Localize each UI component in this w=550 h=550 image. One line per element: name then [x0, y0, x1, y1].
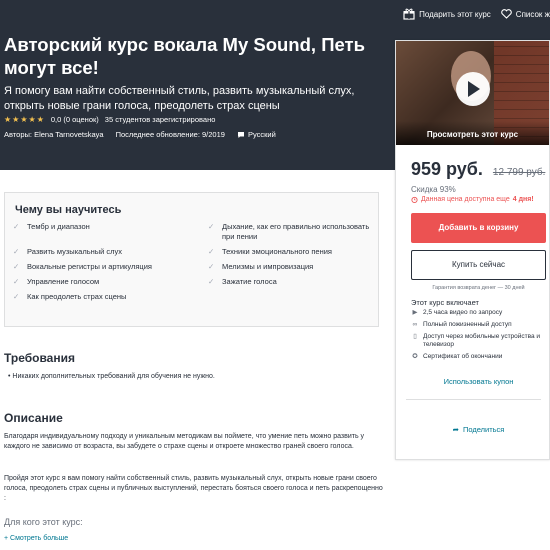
apply-coupon-link[interactable]: Использовать купон [411, 377, 546, 386]
last-updated: Последнее обновление: 9/2019 [115, 130, 225, 139]
gift-course-label: Подарить этот курс [419, 9, 491, 19]
rating-row: ★★★★★ 0,0 (0 оценок) 35 студентов зареги… [4, 115, 215, 124]
certificate-icon: ✪ [412, 353, 418, 360]
list-item: ▯ Доступ через мобильные устройства и те… [411, 333, 546, 349]
course-title: Авторский курс вокала My Sound, Петь мог… [4, 34, 365, 78]
description-title: Описание [4, 411, 63, 425]
deadline-text: Данная цена доступна еще [421, 196, 510, 203]
list-item: ▶ 2,5 часа видео по запросу [411, 309, 546, 317]
original-price: 12 799 руб. [492, 167, 546, 178]
add-to-cart-button[interactable]: Добавить в корзину [411, 213, 546, 243]
learn-list: ✓ Тембр и диапазон ✓ Дыхание, как его прав… [13, 222, 373, 307]
deadline-days: 4 дня! [512, 196, 534, 203]
check-icon: ✓ [13, 247, 20, 256]
learn-item-text: Техники эмоционального пения [222, 247, 332, 256]
purchase-sidebar: Просмотреть этот курс 959 руб. 12 799 ру… [395, 40, 550, 460]
includes-list: ▶ 2,5 часа видео по запросу ∞ Полный пож… [411, 309, 546, 365]
learn-item-text: Развить музыкальный слух [27, 247, 123, 256]
preview-course-label[interactable]: Просмотреть этот курс [396, 121, 549, 145]
share-label: Поделиться [462, 425, 505, 434]
share-icon: ➦ [452, 425, 459, 434]
learn-item-text: Вокальные регистры и артикуляция [27, 262, 152, 271]
include-text: 2,5 часа видео по запросу [423, 309, 503, 316]
check-icon: ✓ [208, 262, 215, 271]
list-item: ✓ Как преодолеть страх сцены [13, 292, 203, 302]
check-icon: ✓ [13, 277, 20, 286]
authors[interactable]: Авторы: Elena Tarnovetskaya [4, 130, 104, 139]
learn-item-text: Дыхание, как его правильно использовать … [222, 222, 370, 241]
requirement-item: • Никаких дополнительных требований для … [8, 373, 215, 380]
section-title: Чему вы научитесь [15, 204, 122, 216]
language: Русский [237, 130, 276, 139]
learn-item-text: Мелизмы и импровизация [222, 262, 314, 271]
learn-item-text: Зажатие голоса [222, 277, 277, 286]
check-icon: ✓ [13, 292, 20, 301]
includes-title: Этот курс включает [411, 298, 479, 307]
list-item: ✓ Дыхание, как его правильно использовать… [208, 222, 373, 242]
list-item: ✪ Сертификат об окончании [411, 353, 546, 361]
what-you-will-learn: Чему вы научитесь ✓ Тембр и диапазон ✓ Дых… [4, 192, 379, 327]
price-row: 959 руб. 12 799 руб. [411, 159, 545, 180]
gift-course-button[interactable]: Подарить этот курс [403, 8, 491, 20]
learn-item-text: Управление голосом [27, 277, 100, 286]
include-text: Доступ через мобильные устройства и теле… [423, 333, 541, 348]
current-price: 959 руб. [411, 159, 483, 179]
description-paragraph: Благодаря индивидуальному подходу и уник… [4, 433, 365, 450]
course-preview[interactable]: Просмотреть этот курс [396, 41, 549, 145]
infinity-icon: ∞ [412, 321, 418, 328]
list-item: ✓ Тембр и диапазон [13, 222, 203, 242]
check-icon: ✓ [208, 247, 215, 256]
include-text: Полный пожизненный доступ [423, 321, 512, 328]
wishlist-button[interactable]: Список ж [501, 8, 550, 20]
rating-value[interactable]: 0,0 (0 оценок) [51, 115, 99, 124]
list-item: ✓ Управление голосом [13, 277, 203, 287]
students-count: 35 студентов зарегистрировано [104, 115, 216, 124]
list-item: ✓ Мелизмы и импровизация [208, 262, 373, 272]
heart-icon [501, 9, 512, 19]
discount-label: Скидка 93% [411, 185, 456, 194]
description-paragraph: Пройдя этот курс я вам помогу найти собс… [4, 475, 383, 502]
share-button[interactable]: ➦ Поделиться [411, 425, 546, 434]
requirements-title: Требования [4, 351, 75, 365]
list-item: ✓ Развить музыкальный слух [13, 247, 203, 257]
requirement-text: Никаких дополнительных требований для об… [12, 373, 215, 380]
play-icon[interactable] [455, 72, 490, 106]
rating-stars-icon: ★★★★★ [4, 115, 45, 124]
check-icon: ✓ [208, 222, 215, 231]
target-audience-title: Для кого этот курс: [4, 517, 83, 527]
course-meta-row: Авторы: Elena Tarnovetskaya Последнее об… [4, 130, 276, 139]
list-item: ✓ Зажатие голоса [208, 277, 373, 287]
list-item: ✓ Вокальные регистры и артикуляция [13, 262, 203, 272]
language-label: Русский [247, 130, 276, 139]
video-icon: ▶ [412, 309, 418, 316]
price-deadline: Данная цена доступна еще 4 дня! [411, 196, 534, 203]
top-actions: Подарить этот курс Список ж [403, 8, 550, 20]
speech-bubble-icon [237, 131, 244, 138]
buy-now-button[interactable]: Купить сейчас [411, 250, 546, 280]
alarm-clock-icon [411, 196, 418, 203]
learn-item-text: Тембр и диапазон [27, 222, 90, 231]
course-subtitle: Я помогу вам найти собственный стиль, ра… [4, 85, 355, 112]
check-icon: ✓ [13, 262, 20, 271]
show-more-link[interactable]: + Смотреть больше [4, 535, 68, 542]
check-icon: ✓ [208, 277, 215, 286]
learn-item-text: Как преодолеть страх сцены [27, 292, 127, 301]
mobile-icon: ▯ [413, 333, 417, 340]
check-icon: ✓ [13, 222, 20, 231]
gift-icon [403, 8, 415, 20]
divider [406, 399, 541, 400]
wishlist-label: Список ж [515, 9, 550, 19]
list-item: ∞ Полный пожизненный доступ [411, 321, 546, 329]
include-text: Сертификат об окончании [423, 353, 503, 360]
money-back-guarantee: Гарантия возврата денег — 30 дней [432, 285, 525, 291]
list-item: ✓ Техники эмоционального пения [208, 247, 373, 257]
